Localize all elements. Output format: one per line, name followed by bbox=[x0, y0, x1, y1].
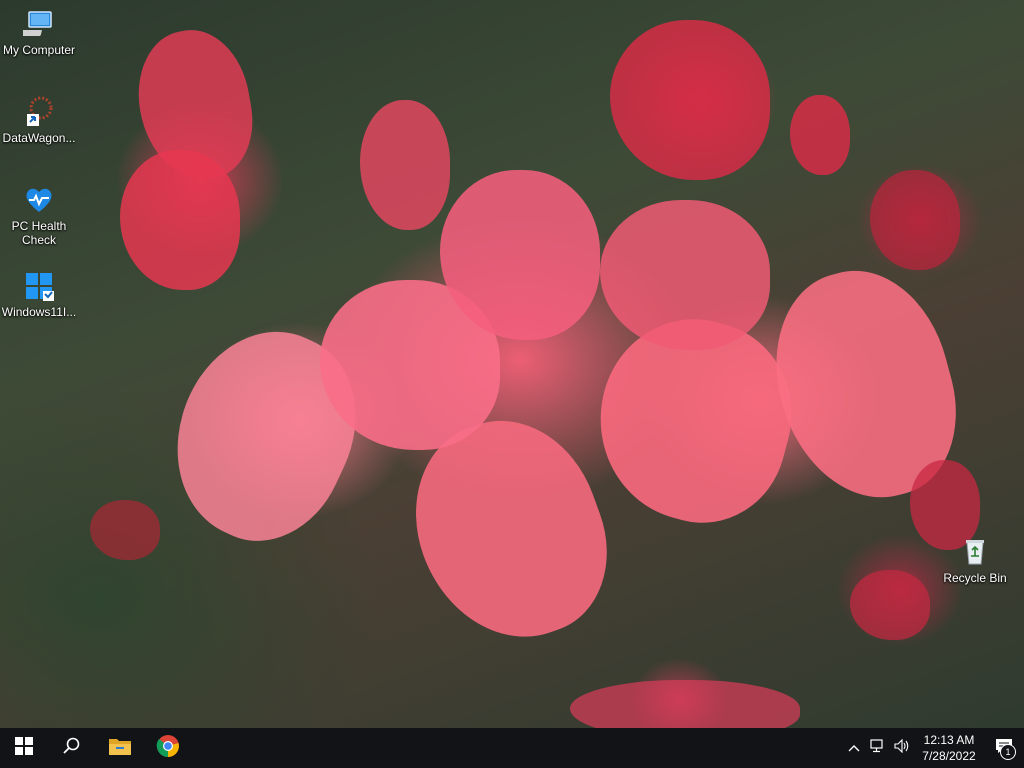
volume-button[interactable] bbox=[890, 728, 914, 768]
desktop-icon-label: DataWagon... bbox=[2, 131, 76, 145]
speaker-icon bbox=[894, 738, 910, 758]
desktop-icon-windows11-installer[interactable]: Windows11I... bbox=[0, 270, 78, 319]
recycle-bin-icon bbox=[959, 536, 991, 568]
system-tray: 12:13 AM 7/28/2022 1 bbox=[842, 728, 1024, 768]
windows11-installer-icon bbox=[23, 270, 55, 302]
desktop-icon-label: My Computer bbox=[2, 43, 76, 57]
pc-health-check-icon bbox=[23, 184, 55, 216]
notification-count-badge: 1 bbox=[1000, 744, 1016, 760]
desktop-icon-recycle-bin[interactable]: Recycle Bin bbox=[936, 536, 1014, 585]
show-hidden-icons-button[interactable] bbox=[842, 728, 866, 768]
clock[interactable]: 12:13 AM 7/28/2022 bbox=[914, 732, 984, 764]
search-icon bbox=[63, 737, 81, 760]
datawagon-icon bbox=[23, 96, 55, 128]
desktop-icon-pc-health-check[interactable]: PC Health Check bbox=[0, 184, 78, 247]
clock-time: 12:13 AM bbox=[923, 733, 975, 747]
chevron-up-icon bbox=[848, 739, 860, 757]
computer-icon bbox=[18, 8, 55, 40]
network-icon bbox=[870, 738, 886, 758]
taskbar: 12:13 AM 7/28/2022 1 bbox=[0, 728, 1024, 768]
desktop-icon-datawagon[interactable]: DataWagon... bbox=[0, 96, 78, 145]
desktop-icon-label: Windows11I... bbox=[1, 305, 77, 319]
action-center-button[interactable]: 1 bbox=[984, 728, 1024, 768]
taskbar-file-explorer-button[interactable] bbox=[96, 728, 144, 768]
desktop-icon-label: PC Health Check bbox=[11, 219, 67, 247]
search-button[interactable] bbox=[48, 728, 96, 768]
desktop-icon-my-computer[interactable]: My Computer bbox=[0, 8, 78, 57]
taskbar-chrome-button[interactable] bbox=[144, 728, 192, 768]
network-button[interactable] bbox=[866, 728, 890, 768]
clock-date: 7/28/2022 bbox=[922, 749, 976, 763]
desktop-wallpaper bbox=[0, 0, 1024, 728]
windows-start-icon bbox=[15, 736, 33, 760]
start-button[interactable] bbox=[0, 728, 48, 768]
chrome-icon bbox=[156, 734, 180, 763]
desktop-icon-label: Recycle Bin bbox=[943, 571, 1007, 585]
folder-icon bbox=[108, 736, 132, 761]
